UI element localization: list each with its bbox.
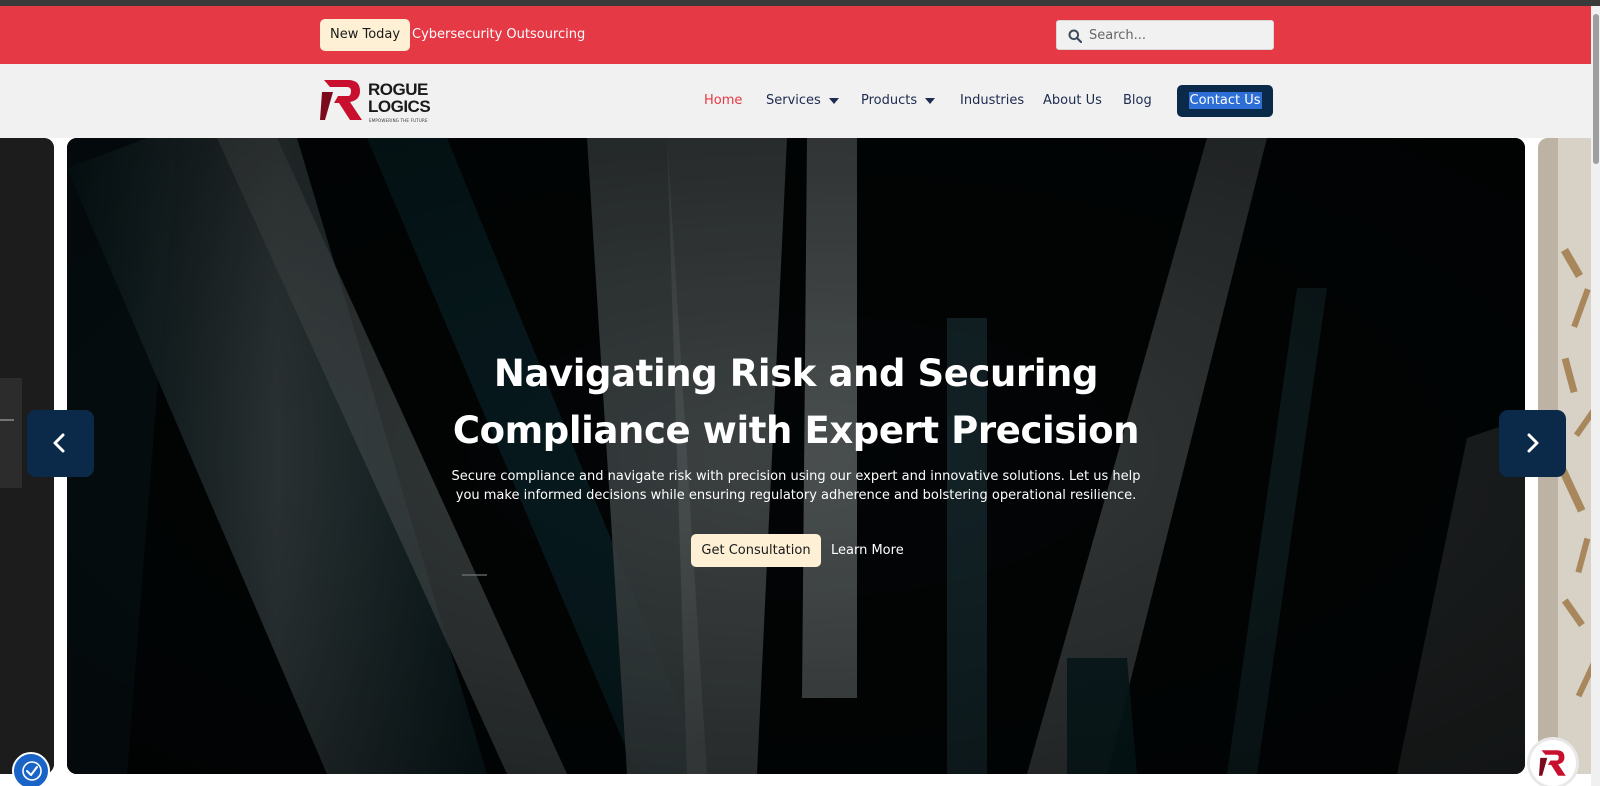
nav-products[interactable]: Products [861,88,936,114]
logo-mark-icon [320,80,362,120]
hero-title-line2: Compliance with Expert Precision [452,409,1140,452]
accessibility-icon [22,761,42,781]
logo-text-line2: LOGICS [368,97,431,116]
nav-services[interactable]: Services [766,88,839,114]
contact-us-label: Contact Us [1188,92,1262,109]
learn-more-link[interactable]: Learn More [831,534,904,567]
chat-widget-button[interactable] [1530,740,1576,786]
search-input[interactable] [1089,21,1269,49]
search-icon [1068,29,1082,43]
nav-blog[interactable]: Blog [1123,88,1152,114]
nav-about-us[interactable]: About Us [1043,88,1102,114]
caret-down-icon [828,97,839,104]
logo-tagline: EMPOWERING THE FUTURE [369,118,428,123]
hero-slide: Navigating Risk and Securing Compliance … [67,138,1525,774]
chevron-left-icon [53,433,65,453]
nav-services-label: Services [766,93,821,108]
nav-home[interactable]: Home [704,88,742,114]
chat-logo-icon [1539,750,1566,776]
announcement-bar: New Today Cybersecurity Outsourcing [0,6,1600,64]
new-today-badge: New Today [320,19,411,51]
announcement-link[interactable]: Cybersecurity Outsourcing [412,19,585,51]
get-consultation-button[interactable]: Get Consultation [691,534,821,567]
chevron-right-icon [1527,433,1539,453]
page-scrollbar-thumb[interactable] [1593,14,1599,164]
main-navbar: ROGUE LOGICS EMPOWERING THE FUTURE Home … [0,64,1600,138]
slider-next-button[interactable] [1499,410,1566,477]
hero-description: Secure compliance and navigate risk with… [451,469,1141,503]
slider-prev-button[interactable] [27,410,94,477]
nav-products-label: Products [861,93,918,108]
hero-title: Navigating Risk and Securing Compliance … [67,345,1525,459]
search-box[interactable] [1056,20,1274,50]
contact-us-button[interactable]: Contact Us [1177,85,1273,117]
hero-title-line1: Navigating Risk and Securing [493,352,1099,395]
caret-down-icon [925,97,936,104]
accessibility-button[interactable] [12,752,50,786]
rogue-logics-logo[interactable]: ROGUE LOGICS EMPOWERING THE FUTURE [320,78,431,126]
nav-industries[interactable]: Industries [960,88,1024,114]
